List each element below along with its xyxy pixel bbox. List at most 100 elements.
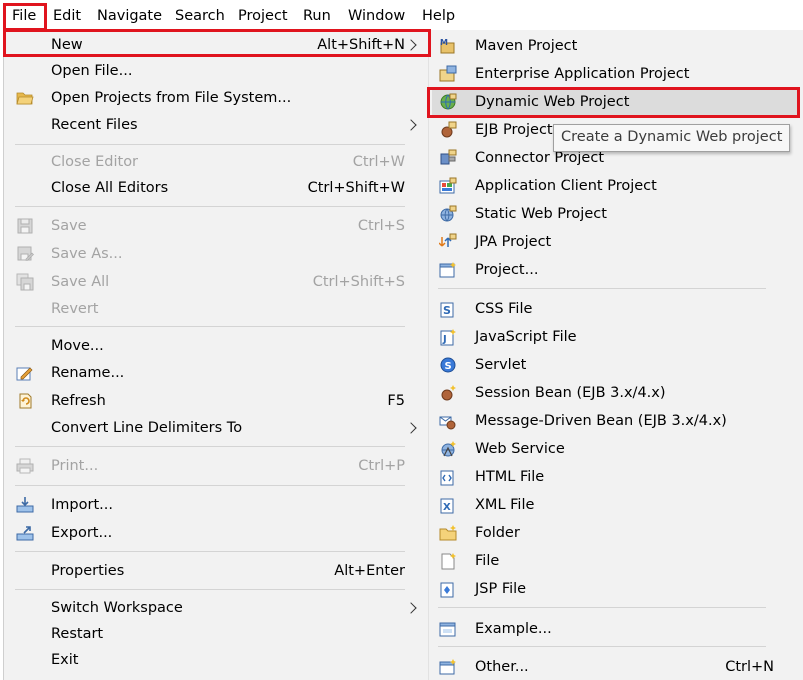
- menu-item-label: Revert: [51, 301, 99, 317]
- menu-item-enterprise-app-project[interactable]: Enterprise Application Project: [429, 61, 803, 87]
- menu-item-file[interactable]: File: [429, 548, 803, 574]
- menu-item-label: Project...: [475, 262, 539, 278]
- menu-item-label: Export...: [51, 525, 113, 541]
- save-icon: [16, 217, 34, 235]
- enterprise-app-project-icon: [439, 65, 457, 83]
- new-wizard-icon: [439, 658, 457, 676]
- web-service-icon: [439, 440, 457, 458]
- menu-item-label: Save All: [51, 274, 110, 290]
- menu-item-label: CSS File: [475, 301, 533, 317]
- menu-item-label: Close Editor: [51, 154, 139, 170]
- menu-item-folder[interactable]: Folder: [429, 520, 803, 546]
- menu-item-servlet[interactable]: S Servlet: [429, 352, 803, 378]
- menu-edit[interactable]: Edit: [53, 0, 81, 30]
- svg-text:M: M: [440, 38, 448, 47]
- menu-item-message-driven-bean[interactable]: Message-Driven Bean (EJB 3.x/4.x): [429, 408, 803, 434]
- menu-item-project[interactable]: Project...: [429, 257, 803, 283]
- session-bean-icon: [439, 384, 457, 402]
- shortcut-label: Ctrl+N: [725, 659, 774, 675]
- menu-item-exit[interactable]: Exit: [4, 647, 429, 673]
- menu-file[interactable]: File: [12, 0, 36, 30]
- menu-bar: File Edit Navigate Search Project Run Wi…: [0, 0, 803, 30]
- menu-item-label: Recent Files: [51, 117, 138, 133]
- shortcut-label: Ctrl+P: [358, 458, 405, 474]
- menu-item-revert[interactable]: Revert: [4, 296, 429, 322]
- tooltip: Create a Dynamic Web project: [553, 124, 791, 152]
- menu-item-import[interactable]: Import...: [4, 492, 429, 518]
- menu-item-other[interactable]: Other... Ctrl+N: [429, 654, 803, 680]
- folder-icon: [439, 524, 457, 542]
- folder-open-icon: [16, 89, 34, 107]
- menu-item-dynamic-web-project[interactable]: Dynamic Web Project: [429, 89, 803, 115]
- menu-separator: [438, 646, 766, 647]
- save-all-icon: [16, 273, 34, 291]
- menu-help[interactable]: Help: [422, 0, 455, 30]
- menu-item-label: Example...: [475, 621, 552, 637]
- menu-item-jsp-file[interactable]: JSP File: [429, 576, 803, 602]
- menu-item-move[interactable]: Move...: [4, 333, 429, 359]
- menu-item-label: Other...: [475, 659, 529, 675]
- connector-project-icon: [439, 149, 457, 167]
- menu-item-css-file[interactable]: S CSS File: [429, 296, 803, 322]
- refresh-icon: [16, 392, 34, 410]
- menu-item-maven-project[interactable]: M Maven Project: [429, 33, 803, 59]
- menu-item-save-as[interactable]: Save As...: [4, 241, 429, 267]
- menu-project[interactable]: Project: [238, 0, 288, 30]
- xml-file-icon: X: [439, 496, 457, 514]
- css-file-icon: S: [439, 300, 457, 318]
- menu-run[interactable]: Run: [303, 0, 331, 30]
- menu-separator: [15, 326, 405, 327]
- menu-window[interactable]: Window: [348, 0, 405, 30]
- menu-item-rename[interactable]: Rename...: [4, 360, 429, 386]
- save-as-icon: [16, 245, 34, 263]
- menu-separator: [438, 288, 766, 289]
- menu-item-html-file[interactable]: HTML File: [429, 464, 803, 490]
- menu-item-javascript-file[interactable]: J JavaScript File: [429, 324, 803, 350]
- menu-item-properties[interactable]: Properties Alt+Enter: [4, 558, 429, 584]
- ejb-project-icon: [439, 121, 457, 139]
- menu-item-export[interactable]: Export...: [4, 520, 429, 546]
- rename-icon: [16, 364, 34, 382]
- maven-project-icon: M: [439, 37, 457, 55]
- menu-item-recent-files[interactable]: Recent Files: [4, 112, 429, 138]
- menu-item-app-client-project[interactable]: Application Client Project: [429, 173, 803, 199]
- menu-item-refresh[interactable]: Refresh F5: [4, 388, 429, 414]
- menu-item-session-bean[interactable]: Session Bean (EJB 3.x/4.x): [429, 380, 803, 406]
- menu-item-label: Dynamic Web Project: [475, 94, 630, 110]
- menu-item-xml-file[interactable]: X XML File: [429, 492, 803, 518]
- menu-separator: [15, 446, 405, 447]
- menu-separator: [15, 144, 405, 145]
- static-web-project-icon: [439, 205, 457, 223]
- menu-item-label: Folder: [475, 525, 520, 541]
- menu-item-switch-workspace[interactable]: Switch Workspace: [4, 595, 429, 621]
- menu-item-label: Convert Line Delimiters To: [51, 420, 243, 436]
- menu-item-convert-line-delimiters[interactable]: Convert Line Delimiters To: [4, 415, 429, 441]
- menu-item-restart[interactable]: Restart: [4, 621, 429, 647]
- menu-item-label: Enterprise Application Project: [475, 66, 690, 82]
- menu-item-label: JPA Project: [475, 234, 552, 250]
- menu-navigate[interactable]: Navigate: [97, 0, 162, 30]
- shortcut-label: Alt+Enter: [334, 563, 405, 579]
- menu-item-close-all-editors[interactable]: Close All Editors Ctrl+Shift+W: [4, 175, 429, 201]
- menu-item-print[interactable]: Print... Ctrl+P: [4, 453, 429, 479]
- menu-item-save[interactable]: Save Ctrl+S: [4, 213, 429, 239]
- export-icon: [16, 524, 34, 542]
- menu-item-example[interactable]: Example...: [429, 616, 803, 642]
- dynamic-web-project-icon: [439, 93, 457, 111]
- menu-item-static-web-project[interactable]: Static Web Project: [429, 201, 803, 227]
- menu-item-save-all[interactable]: Save All Ctrl+Shift+S: [4, 269, 429, 295]
- menu-item-close-editor[interactable]: Close Editor Ctrl+W: [4, 149, 429, 175]
- menu-item-new[interactable]: New Alt+Shift+N: [4, 32, 429, 58]
- menu-item-label: JSP File: [475, 581, 527, 597]
- shortcut-label: Ctrl+Shift+S: [312, 274, 405, 290]
- menu-item-open-projects[interactable]: Open Projects from File System...: [4, 85, 429, 111]
- menu-item-label: Properties: [51, 563, 125, 579]
- submenu-arrow-icon: [405, 39, 417, 51]
- menu-item-label: Message-Driven Bean (EJB 3.x/4.x): [475, 413, 727, 429]
- menu-item-open-file[interactable]: Open File...: [4, 58, 429, 84]
- menu-search[interactable]: Search: [175, 0, 225, 30]
- menu-item-label: Application Client Project: [475, 178, 657, 194]
- menu-item-jpa-project[interactable]: JPA Project: [429, 229, 803, 255]
- menu-separator: [438, 607, 766, 608]
- menu-item-web-service[interactable]: Web Service: [429, 436, 803, 462]
